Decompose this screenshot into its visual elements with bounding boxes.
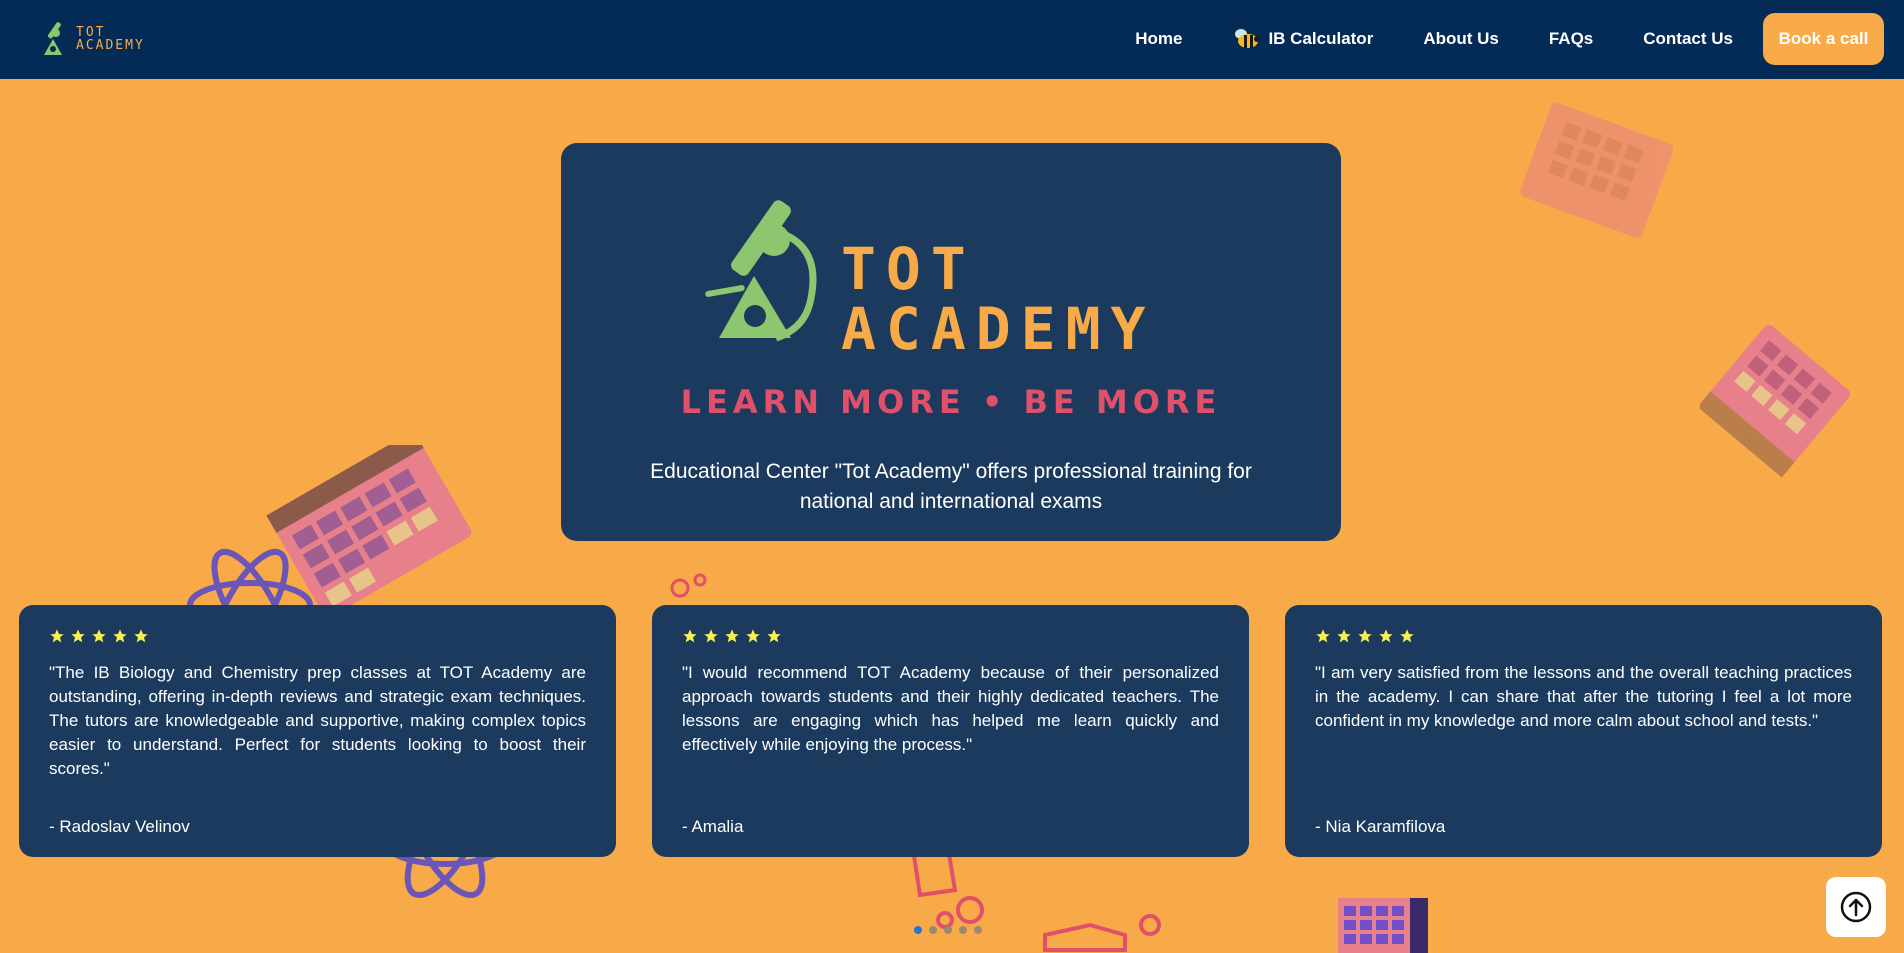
main-nav: Home IB Calculator About Us FAQs Contact… bbox=[1135, 13, 1884, 65]
star-icon bbox=[50, 629, 64, 643]
testimonial-quote: "I am very satisfied from the lessons an… bbox=[1315, 663, 1852, 730]
nav-contact-us-label: Contact Us bbox=[1643, 29, 1733, 48]
site-header: TOT ACADEMY Home IB Calculator About Us … bbox=[0, 0, 1904, 79]
nav-ib-calculator-label: IB Calculator bbox=[1268, 29, 1374, 48]
star-rating bbox=[682, 625, 1219, 647]
star-icon bbox=[71, 629, 85, 643]
testimonial-card: "The IB Biology and Chemistry prep class… bbox=[19, 605, 616, 857]
bee-icon bbox=[1235, 29, 1261, 48]
scroll-to-top-button[interactable] bbox=[1826, 877, 1886, 937]
bubbles-doodle bbox=[670, 573, 707, 598]
carousel-dot[interactable] bbox=[944, 926, 952, 934]
calculator-doodle bbox=[1338, 898, 1428, 953]
star-icon bbox=[1337, 629, 1351, 643]
star-icon bbox=[113, 629, 127, 643]
nav-home[interactable]: Home bbox=[1135, 29, 1182, 49]
testimonial-card: "I would recommend TOT Academy because o… bbox=[652, 605, 1249, 857]
carousel-dot[interactable] bbox=[974, 926, 982, 934]
hero-description: Educational Center "Tot Academy" offers … bbox=[650, 460, 1252, 513]
star-rating bbox=[1315, 625, 1852, 647]
testimonial-quote: "The IB Biology and Chemistry prep class… bbox=[49, 663, 586, 778]
testimonial-author: - Radoslav Velinov bbox=[49, 817, 190, 836]
star-rating bbox=[49, 625, 586, 647]
nav-home-label: Home bbox=[1135, 29, 1183, 48]
nav-faqs[interactable]: FAQs bbox=[1549, 29, 1593, 49]
testimonial-quote: "I would recommend TOT Academy because o… bbox=[682, 663, 1219, 754]
star-icon bbox=[134, 629, 148, 643]
microscope-icon bbox=[44, 22, 62, 55]
book-a-call-button[interactable]: Book a call bbox=[1763, 13, 1884, 65]
carousel-pagination bbox=[914, 926, 982, 934]
star-icon bbox=[1400, 629, 1414, 643]
star-icon bbox=[1316, 629, 1330, 643]
testimonial-card: "I am very satisfied from the lessons an… bbox=[1285, 605, 1882, 857]
testimonial-author: - Amalia bbox=[682, 817, 744, 836]
star-icon bbox=[767, 629, 781, 643]
flask-doodle bbox=[1043, 914, 1161, 952]
nav-about-us[interactable]: About Us bbox=[1423, 29, 1499, 49]
testimonial-author: - Nia Karamfilova bbox=[1315, 817, 1446, 836]
star-icon bbox=[1358, 629, 1372, 643]
star-icon bbox=[725, 629, 739, 643]
site-logo[interactable]: TOT ACADEMY bbox=[40, 18, 150, 60]
arrow-up-circle-icon bbox=[1840, 891, 1872, 923]
carousel-dot[interactable] bbox=[959, 926, 967, 934]
carousel-dot[interactable] bbox=[914, 926, 922, 934]
calculator-doodle bbox=[1700, 324, 1850, 478]
carousel-dot[interactable] bbox=[929, 926, 937, 934]
hero-logo-line-2: ACADEMY bbox=[841, 295, 1156, 363]
star-icon bbox=[704, 629, 718, 643]
nav-about-us-label: About Us bbox=[1423, 29, 1499, 48]
nav-ib-calculator[interactable]: IB Calculator bbox=[1232, 27, 1373, 51]
star-icon bbox=[1379, 629, 1393, 643]
nav-contact-us[interactable]: Contact Us bbox=[1643, 29, 1733, 49]
star-icon bbox=[746, 629, 760, 643]
hero-logo-wordmark: TOT ACADEMY bbox=[841, 239, 1155, 359]
nav-faqs-label: FAQs bbox=[1548, 29, 1594, 48]
hero-tagline: LEARN MORE • BE MORE bbox=[680, 383, 1222, 421]
star-icon bbox=[92, 629, 106, 643]
hero-card: TOT ACADEMY LEARN MORE • BE MORE Educati… bbox=[561, 143, 1341, 541]
star-icon bbox=[683, 629, 697, 643]
hero-logo-line-1: TOT bbox=[841, 235, 976, 303]
calculator-doodle bbox=[1520, 102, 1674, 238]
logo-line-2: ACADEMY bbox=[76, 38, 145, 53]
